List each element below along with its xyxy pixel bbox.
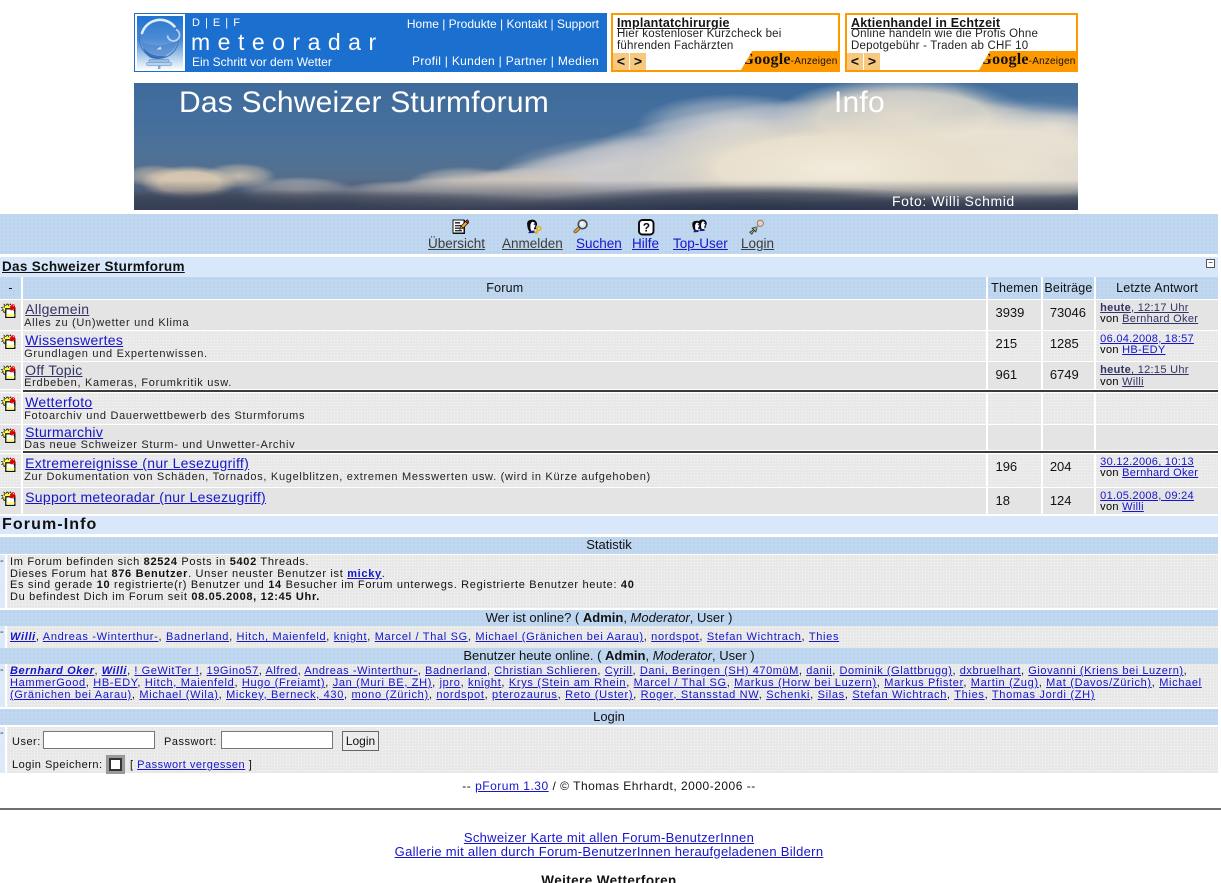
svg-text:?: ? bbox=[643, 221, 650, 235]
